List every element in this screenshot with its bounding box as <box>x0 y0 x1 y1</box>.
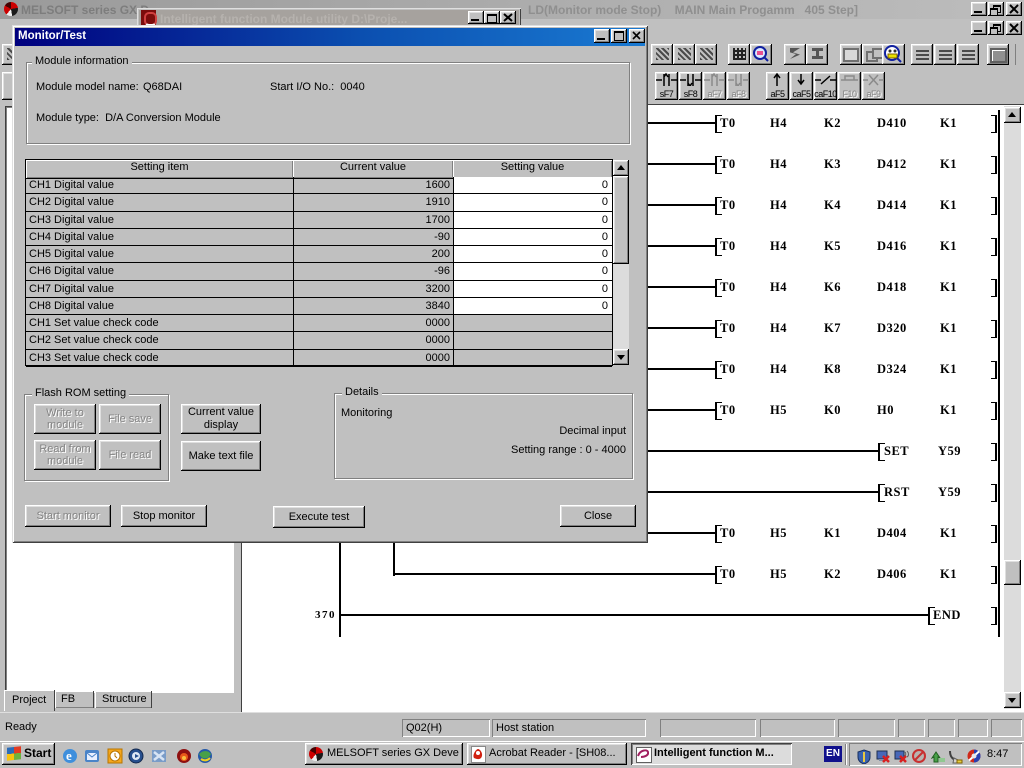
svg-text:e: e <box>66 748 72 763</box>
